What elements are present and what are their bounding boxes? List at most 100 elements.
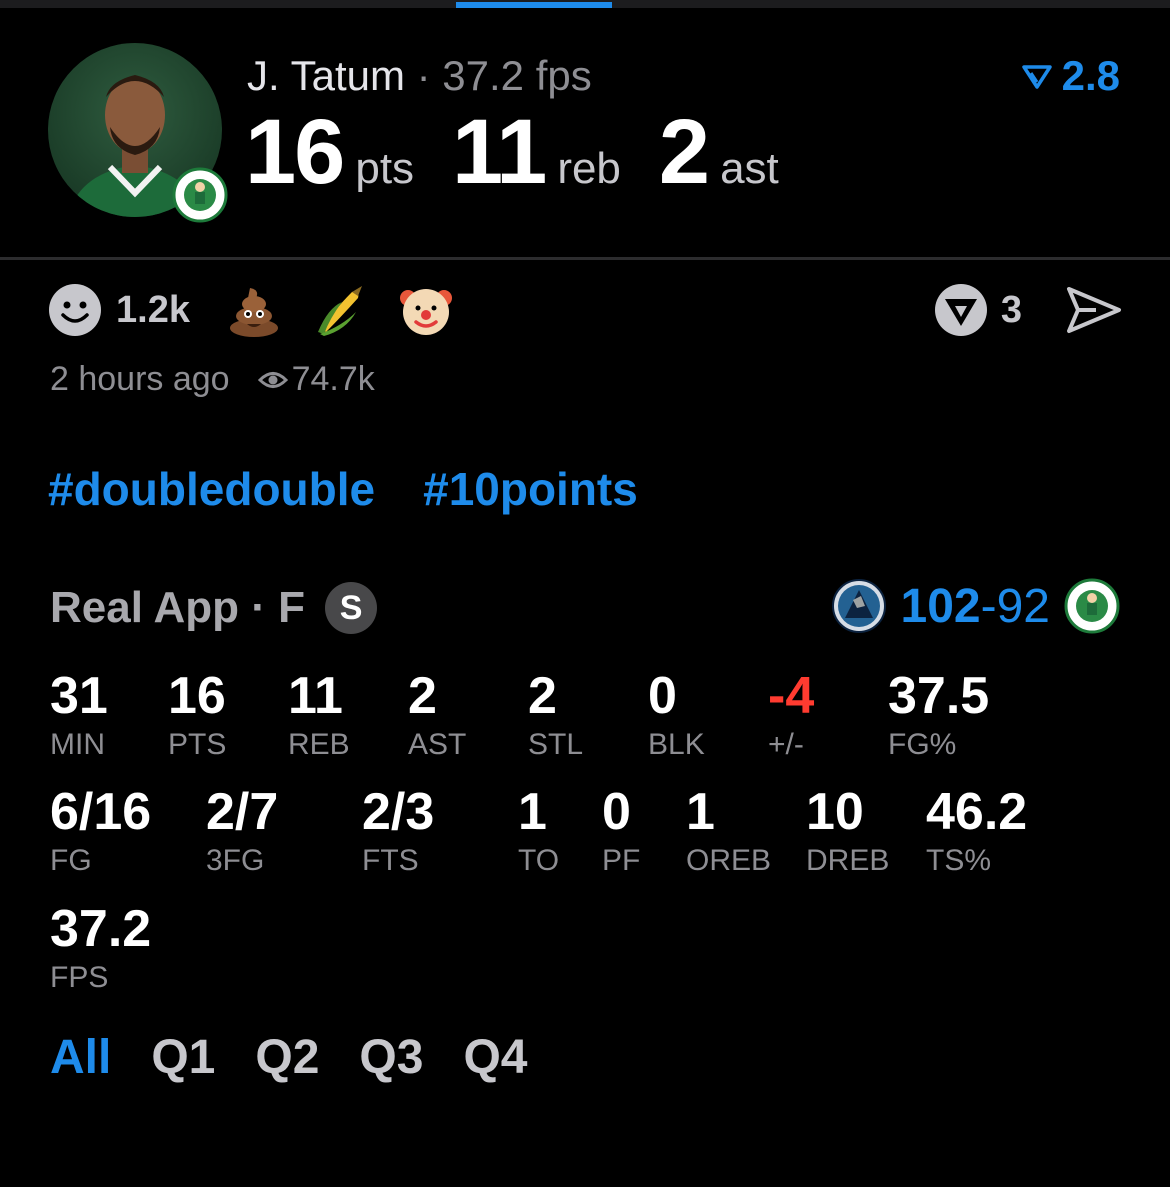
view-count: 74.7k bbox=[291, 360, 375, 398]
headline-assists: 2 bbox=[658, 101, 710, 203]
tab-q4[interactable]: Q4 bbox=[463, 1030, 527, 1085]
game-source-label: Real App · F bbox=[50, 583, 306, 632]
headline-rebounds-unit: reb bbox=[557, 144, 621, 193]
stat-label: 3FG bbox=[206, 844, 265, 877]
game-source: Real App · F S bbox=[50, 582, 378, 634]
quarter-tabs: All Q1 Q2 Q3 Q4 bbox=[50, 1030, 527, 1085]
stat-label: PF bbox=[602, 844, 641, 877]
s-badge[interactable]: S bbox=[325, 582, 378, 634]
game-score[interactable]: 102-92 bbox=[831, 578, 1120, 634]
stat-pf: 0 PF bbox=[602, 784, 640, 878]
stat-label: AST bbox=[408, 728, 467, 761]
stat-value: 0 bbox=[602, 783, 631, 841]
stat-label: TO bbox=[518, 844, 560, 877]
stat-value: 1 bbox=[686, 783, 715, 841]
hashtag-list: #doubledouble #10points bbox=[48, 462, 638, 516]
stat-label: FPS bbox=[50, 961, 109, 994]
stat-value: 6/16 bbox=[50, 783, 152, 841]
stat-value: 37.5 bbox=[888, 667, 990, 725]
v-count: 3 bbox=[1000, 288, 1022, 331]
eye-icon bbox=[257, 371, 288, 388]
headline-assists-unit: ast bbox=[720, 144, 779, 193]
stat-min: 31 MIN bbox=[50, 668, 108, 762]
tab-q3[interactable]: Q3 bbox=[359, 1030, 423, 1085]
player-fps: 37.2 fps bbox=[442, 52, 592, 99]
stat-value: 2/7 bbox=[206, 783, 279, 841]
tab-q2[interactable]: Q2 bbox=[255, 1030, 319, 1085]
stat-value: 31 bbox=[50, 667, 108, 725]
stat-value: 16 bbox=[168, 667, 226, 725]
stat-blk: 0 BLK bbox=[648, 668, 705, 762]
stat-label: STL bbox=[528, 728, 584, 761]
hashtag-doubledouble[interactable]: #doubledouble bbox=[48, 462, 375, 516]
timberwolves-logo-icon bbox=[831, 579, 886, 633]
reaction-count: 1.2k bbox=[116, 288, 190, 331]
stat-plus-minus: -4 +/- bbox=[768, 668, 814, 762]
celtics-logo-icon bbox=[172, 167, 228, 223]
headline-stats: 16 pts 11 reb 2 ast bbox=[245, 100, 817, 205]
stat-reb: 11 REB bbox=[288, 668, 350, 762]
stat-value: 2/3 bbox=[362, 783, 435, 841]
stat-value: 0 bbox=[648, 667, 677, 725]
stat-label: BLK bbox=[648, 728, 705, 761]
stat-dreb: 10 DREB bbox=[806, 784, 889, 878]
stat-label: MIN bbox=[50, 728, 105, 761]
poop-emoji-icon[interactable] bbox=[226, 282, 282, 338]
stat-value: 2 bbox=[408, 667, 437, 725]
section-divider bbox=[0, 257, 1170, 260]
score-dash: - bbox=[980, 579, 997, 633]
stat-label: +/- bbox=[768, 728, 804, 761]
stat-label: OREB bbox=[686, 844, 772, 877]
stat-ast: 2 AST bbox=[408, 668, 466, 762]
send-icon[interactable] bbox=[1066, 285, 1122, 335]
home-score: 102 bbox=[900, 579, 981, 633]
stat-fps: 37.2 FPS bbox=[50, 901, 151, 995]
stat-value: 2 bbox=[528, 667, 557, 725]
corn-emoji-icon[interactable] bbox=[312, 282, 368, 338]
stat-value: 10 bbox=[806, 783, 864, 841]
stat-3fg: 2/7 3FG bbox=[206, 784, 278, 878]
player-rating[interactable]: 2.8 bbox=[1021, 52, 1120, 100]
v-logo-icon[interactable] bbox=[933, 282, 989, 338]
stat-stl: 2 STL bbox=[528, 668, 583, 762]
stat-to: 1 TO bbox=[518, 784, 559, 878]
stat-label: REB bbox=[288, 728, 350, 761]
stat-label: DREB bbox=[806, 844, 890, 877]
headline-points-unit: pts bbox=[355, 144, 415, 193]
hashtag-10points[interactable]: #10points bbox=[423, 462, 638, 516]
player-name[interactable]: J. Tatum bbox=[247, 52, 405, 99]
name-separator: · bbox=[416, 52, 431, 99]
stat-oreb: 1 OREB bbox=[686, 784, 771, 878]
celtics-logo-icon bbox=[1064, 578, 1120, 634]
away-score: 92 bbox=[996, 579, 1050, 633]
stat-value: -4 bbox=[768, 667, 815, 725]
rating-value: 2.8 bbox=[1061, 52, 1120, 99]
stat-pts: 16 PTS bbox=[168, 668, 226, 762]
stat-value: 1 bbox=[518, 783, 547, 841]
headline-rebounds: 11 bbox=[452, 101, 547, 203]
rating-v-icon bbox=[1021, 65, 1052, 89]
headline-points: 16 bbox=[245, 101, 345, 203]
stat-label: PTS bbox=[168, 728, 227, 761]
active-tab-indicator bbox=[456, 2, 612, 8]
player-name-line: J. Tatum · 37.2 fps bbox=[247, 52, 592, 100]
post-actions: 3 bbox=[933, 282, 1122, 338]
smile-reaction-icon[interactable] bbox=[48, 283, 102, 337]
stat-label: FG bbox=[50, 844, 92, 877]
stat-value: 11 bbox=[288, 667, 343, 725]
stat-value: 37.2 bbox=[50, 900, 152, 958]
post-time: 2 hours ago bbox=[50, 360, 230, 398]
stat-fts: 2/3 FTS bbox=[362, 784, 434, 878]
stat-fg-pct: 37.5 FG% bbox=[888, 668, 989, 762]
clown-emoji-icon[interactable] bbox=[398, 282, 454, 338]
reaction-bar: 1.2k bbox=[48, 282, 484, 338]
stat-value: 46.2 bbox=[926, 783, 1028, 841]
stat-fg: 6/16 FG bbox=[50, 784, 151, 878]
stat-label: FTS bbox=[362, 844, 419, 877]
tab-q1[interactable]: Q1 bbox=[151, 1030, 215, 1085]
post-meta: 2 hours ago 74.7k bbox=[50, 360, 375, 399]
tab-all[interactable]: All bbox=[50, 1030, 111, 1085]
stat-label: TS% bbox=[926, 844, 992, 877]
stat-label: FG% bbox=[888, 728, 957, 761]
stat-ts-pct: 46.2 TS% bbox=[926, 784, 1027, 878]
